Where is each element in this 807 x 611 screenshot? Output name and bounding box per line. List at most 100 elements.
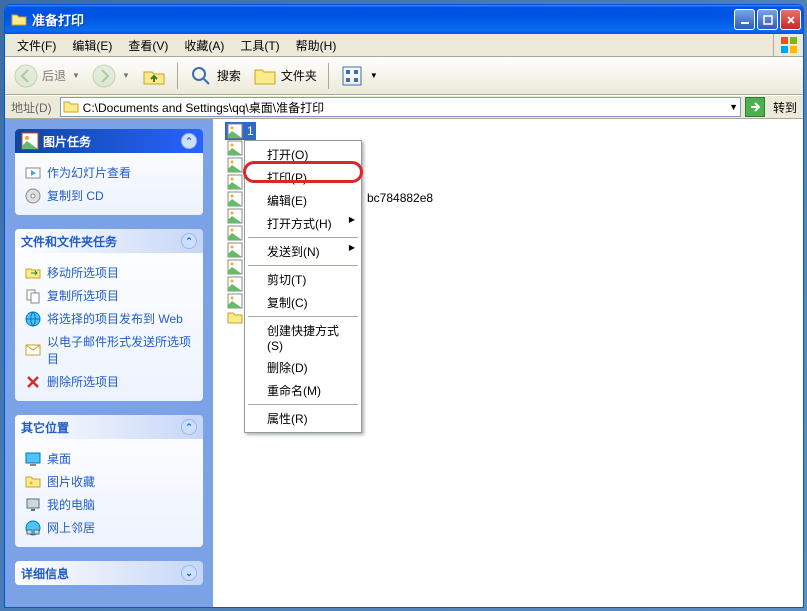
ctx-print[interactable]: 打印(P) <box>247 166 359 189</box>
titlebar[interactable]: 准备打印 <box>5 5 803 34</box>
file-name: 1 <box>247 124 254 138</box>
email-link[interactable]: 以电子邮件形式发送所选项目 <box>25 330 193 370</box>
forward-button[interactable]: ▼ <box>87 61 135 91</box>
file-item[interactable] <box>225 275 245 293</box>
close-button[interactable] <box>780 9 801 30</box>
network-link[interactable]: 网上邻居 <box>25 516 193 539</box>
desktop-link[interactable]: 桌面 <box>25 447 193 470</box>
collapse-icon[interactable]: ⌃ <box>181 233 197 249</box>
chevron-down-icon: ▼ <box>72 71 80 80</box>
forward-icon <box>92 64 116 88</box>
ctx-properties[interactable]: 属性(R) <box>247 407 359 430</box>
separator <box>248 316 358 317</box>
delete-link[interactable]: 删除所选项目 <box>25 370 193 393</box>
menu-help[interactable]: 帮助(H) <box>288 35 345 56</box>
image-file-icon <box>227 140 243 156</box>
menu-edit[interactable]: 编辑(E) <box>64 35 120 56</box>
separator <box>248 237 358 238</box>
ctx-open-with[interactable]: 打开方式(H) <box>247 212 359 235</box>
content-area: 图片任务 ⌃ 作为幻灯片查看 复制到 CD 文件和文件夹任务 <box>5 119 803 607</box>
slideshow-link[interactable]: 作为幻灯片查看 <box>25 161 193 184</box>
file-item[interactable] <box>225 173 245 191</box>
context-menu: 打开(O) 打印(P) 编辑(E) 打开方式(H) 发送到(N) 剪切(T) 复… <box>244 140 362 433</box>
copy-cd-link[interactable]: 复制到 CD <box>25 184 193 207</box>
chevron-down-icon[interactable]: ▼ <box>729 102 738 112</box>
file-item[interactable] <box>225 241 245 259</box>
menu-tools[interactable]: 工具(T) <box>232 35 287 56</box>
collapse-icon[interactable]: ⌃ <box>181 419 197 435</box>
other-places-panel: 其它位置 ⌃ 桌面 图片收藏 我的电脑 网上邻居 <box>15 415 203 547</box>
publish-link[interactable]: 将选择的项目发布到 Web <box>25 307 193 330</box>
image-file-icon <box>227 157 243 173</box>
address-path: C:\Documents and Settings\qq\桌面\准备打印 <box>83 99 324 116</box>
address-input[interactable]: C:\Documents and Settings\qq\桌面\准备打印 ▼ <box>60 97 741 117</box>
separator <box>177 63 178 89</box>
file-item[interactable] <box>225 156 245 174</box>
ctx-create-shortcut[interactable]: 创建快捷方式(S) <box>247 319 359 356</box>
file-item[interactable]: 1 <box>225 122 256 140</box>
views-icon <box>340 64 364 88</box>
file-item[interactable]: bc784882e8 <box>365 190 435 206</box>
menu-view[interactable]: 查看(V) <box>120 35 176 56</box>
search-button[interactable]: 搜索 <box>184 61 246 91</box>
ctx-send-to[interactable]: 发送到(N) <box>247 240 359 263</box>
move-link[interactable]: 移动所选项目 <box>25 261 193 284</box>
file-item[interactable] <box>225 190 245 208</box>
move-icon <box>25 265 41 281</box>
ctx-rename[interactable]: 重命名(M) <box>247 379 359 402</box>
up-folder-icon <box>142 64 166 88</box>
file-name: bc784882e8 <box>367 191 433 205</box>
address-label: 地址(D) <box>7 99 56 116</box>
image-file-icon <box>227 123 243 139</box>
collapse-icon[interactable]: ⌃ <box>181 133 197 149</box>
details-panel: 详细信息 ⌄ <box>15 561 203 585</box>
go-label: 转到 <box>769 99 801 116</box>
go-button[interactable] <box>745 97 765 117</box>
image-file-icon <box>227 174 243 190</box>
folders-icon <box>253 64 277 88</box>
computer-icon <box>25 497 41 513</box>
ctx-copy[interactable]: 复制(C) <box>247 291 359 314</box>
image-file-icon <box>227 191 243 207</box>
folder-icon <box>11 12 27 28</box>
menu-file[interactable]: 文件(F) <box>9 35 64 56</box>
panel-header[interactable]: 文件和文件夹任务 ⌃ <box>15 229 203 253</box>
pictures-link[interactable]: 图片收藏 <box>25 470 193 493</box>
back-button[interactable]: 后退 ▼ <box>9 61 85 91</box>
file-item[interactable] <box>225 224 245 242</box>
file-item[interactable] <box>225 258 245 276</box>
globe-icon <box>25 311 41 327</box>
delete-icon <box>25 374 41 390</box>
file-item[interactable] <box>225 139 245 157</box>
file-item[interactable] <box>225 309 245 327</box>
minimize-button[interactable] <box>734 9 755 30</box>
image-file-icon <box>227 293 243 309</box>
search-label: 搜索 <box>217 67 241 84</box>
panel-header[interactable]: 其它位置 ⌃ <box>15 415 203 439</box>
picture-icon <box>21 132 39 150</box>
panel-header[interactable]: 图片任务 ⌃ <box>15 129 203 153</box>
menu-favorites[interactable]: 收藏(A) <box>176 35 232 56</box>
ctx-delete[interactable]: 删除(D) <box>247 356 359 379</box>
ctx-open[interactable]: 打开(O) <box>247 143 359 166</box>
file-item[interactable] <box>225 292 245 310</box>
expand-icon[interactable]: ⌄ <box>181 565 197 581</box>
picture-tasks-panel: 图片任务 ⌃ 作为幻灯片查看 复制到 CD <box>15 129 203 215</box>
maximize-button[interactable] <box>757 9 778 30</box>
panel-header[interactable]: 详细信息 ⌄ <box>15 561 203 585</box>
search-icon <box>189 64 213 88</box>
folders-button[interactable]: 文件夹 <box>248 61 322 91</box>
up-button[interactable] <box>137 61 171 91</box>
computer-link[interactable]: 我的电脑 <box>25 493 193 516</box>
pictures-icon <box>25 474 41 490</box>
panel-title: 详细信息 <box>21 565 69 582</box>
separator <box>328 63 329 89</box>
views-button[interactable]: ▼ <box>335 61 383 91</box>
ctx-edit[interactable]: 编辑(E) <box>247 189 359 212</box>
image-file-icon <box>227 225 243 241</box>
separator <box>248 265 358 266</box>
copy-link[interactable]: 复制所选项目 <box>25 284 193 307</box>
chevron-down-icon: ▼ <box>122 71 130 80</box>
file-item[interactable] <box>225 207 245 225</box>
ctx-cut[interactable]: 剪切(T) <box>247 268 359 291</box>
